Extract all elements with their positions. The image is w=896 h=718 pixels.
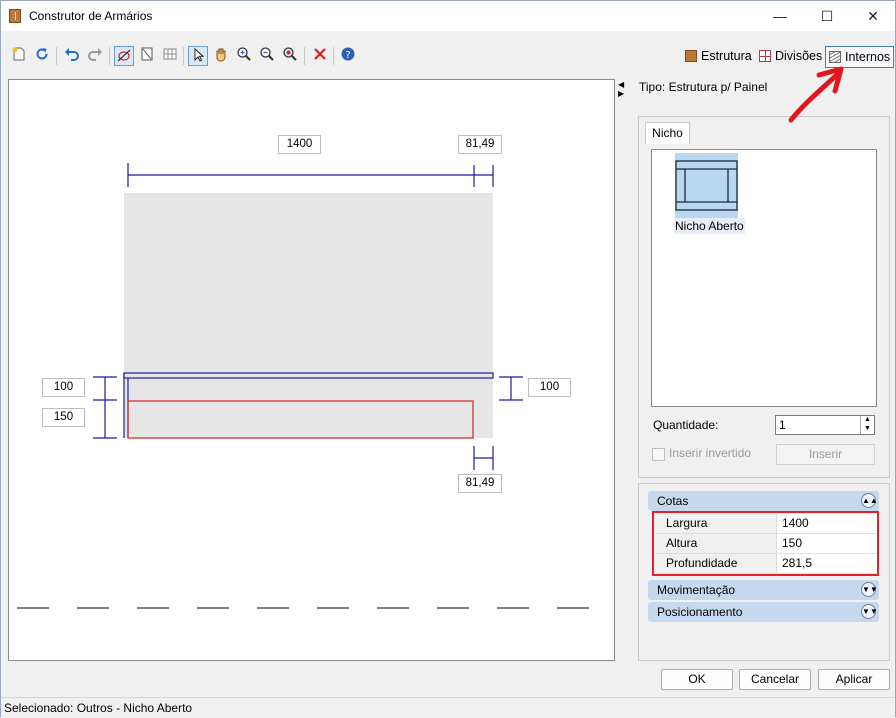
left-dimension-line <box>93 376 117 439</box>
annotation-arrow-icon <box>788 66 844 123</box>
highlight-annotation-box <box>652 511 879 576</box>
title-bar: Construtor de Armários — ☐ ✕ <box>1 1 895 31</box>
maximize-button[interactable]: ☐ <box>804 1 850 31</box>
apply-button[interactable]: Aplicar <box>818 669 890 690</box>
right-dimension-line <box>499 376 523 401</box>
toolbar-separator <box>304 47 305 65</box>
cotas-label: Cotas <box>657 494 689 508</box>
toolbar-separator <box>333 47 334 65</box>
item-list: Nicho Aberto <box>651 149 877 407</box>
posicionamento-group-header[interactable]: Posicionamento ▼▼ <box>648 602 879 622</box>
tipo-label: Tipo: Estrutura p/ Painel <box>639 80 768 94</box>
pointer-icon[interactable] <box>188 46 208 66</box>
dimension-label-left-bottom[interactable]: 150 <box>42 408 85 427</box>
spin-down-icon[interactable]: ▼ <box>860 425 874 434</box>
quantidade-value: 1 <box>779 418 786 432</box>
movimentacao-label: Movimentação <box>657 583 736 597</box>
internos-label: Internos <box>845 50 891 64</box>
quantidade-input[interactable]: 1 ▲ ▼ <box>775 415 875 435</box>
dimension-label-bottom-right[interactable]: 81,49 <box>458 474 502 493</box>
toolbar-separator <box>109 47 110 65</box>
wardrobe-drawing <box>9 163 614 609</box>
estrutura-tab[interactable]: Estrutura <box>682 46 755 68</box>
chevron-down-icon[interactable]: ▼▼ <box>861 582 878 597</box>
nicho-aberto-thumbnail <box>675 153 738 218</box>
minimize-button[interactable]: — <box>757 1 803 31</box>
pan-hand-icon[interactable] <box>211 46 231 66</box>
toolbar-separator <box>183 47 184 65</box>
wardrobe-icon <box>685 50 697 62</box>
toolbar-separator <box>56 47 57 65</box>
refresh-icon[interactable] <box>32 46 52 66</box>
ok-button[interactable]: OK <box>661 669 733 690</box>
dimension-label-left-top[interactable]: 100 <box>42 378 85 397</box>
movimentacao-group-header[interactable]: Movimentação ▼▼ <box>648 580 879 600</box>
chevron-up-icon[interactable]: ▲▲ <box>861 493 878 508</box>
grid-divisions-icon <box>759 50 771 62</box>
wardrobe-app-icon <box>9 9 21 23</box>
inserir-invertido-checkbox[interactable] <box>652 448 665 461</box>
close-window-button[interactable]: ✕ <box>850 1 896 31</box>
dimension-label-width[interactable]: 1400 <box>278 135 321 154</box>
new-icon[interactable] <box>9 46 29 66</box>
undo-icon[interactable] <box>62 46 82 66</box>
estrutura-label: Estrutura <box>701 49 752 63</box>
nicho-panel: Nicho Nicho Aberto Quantidade: 1 ▲ ▼ Ins… <box>638 116 890 478</box>
cotas-group-header[interactable]: Cotas ▲▲ <box>648 491 879 511</box>
zoom-in-icon[interactable] <box>234 46 254 66</box>
quantidade-label: Quantidade: <box>653 418 719 432</box>
delete-icon[interactable] <box>310 46 330 66</box>
posicionamento-label: Posicionamento <box>657 605 743 619</box>
door-icon[interactable] <box>137 46 157 66</box>
drawing-canvas[interactable]: 1400 81,49 100 150 100 81,49 <box>8 79 615 661</box>
redo-icon[interactable] <box>85 46 105 66</box>
inserir-button[interactable]: Inserir <box>776 444 875 465</box>
spin-up-icon[interactable]: ▲ <box>860 416 874 425</box>
tab-nicho[interactable]: Nicho <box>645 122 690 144</box>
status-bar: Selecionado: Outros - Nicho Aberto <box>1 697 895 717</box>
measure-icon[interactable] <box>114 46 134 66</box>
dimension-label-right[interactable]: 100 <box>528 378 571 397</box>
zoom-out-icon[interactable] <box>257 46 277 66</box>
zoom-fit-icon[interactable] <box>280 46 300 66</box>
divisoes-label: Divisões <box>775 49 823 63</box>
list-item-label: Nicho Aberto <box>674 218 745 234</box>
cancel-button[interactable]: Cancelar <box>739 669 811 690</box>
top-dimension-line <box>127 163 494 187</box>
chevron-down-icon[interactable]: ▼▼ <box>861 604 878 619</box>
window-title: Construtor de Armários <box>29 9 153 23</box>
svg-text:?: ? <box>345 50 350 61</box>
bottom-dimension-line <box>473 446 494 470</box>
dimension-label-top-right[interactable]: 81,49 <box>458 135 502 154</box>
shelves-icon <box>829 51 841 63</box>
help-icon[interactable]: ? <box>338 46 358 66</box>
application-window: Construtor de Armários — ☐ ✕ ? Estrutura… <box>0 0 896 717</box>
collapse-panel-icon[interactable]: ◀ ▶ <box>618 80 624 98</box>
toolbar: ? Estrutura Divisões Internos <box>1 41 895 71</box>
inserir-invertido-label: Inserir invertido <box>669 446 752 460</box>
grid-icon[interactable] <box>160 46 180 66</box>
